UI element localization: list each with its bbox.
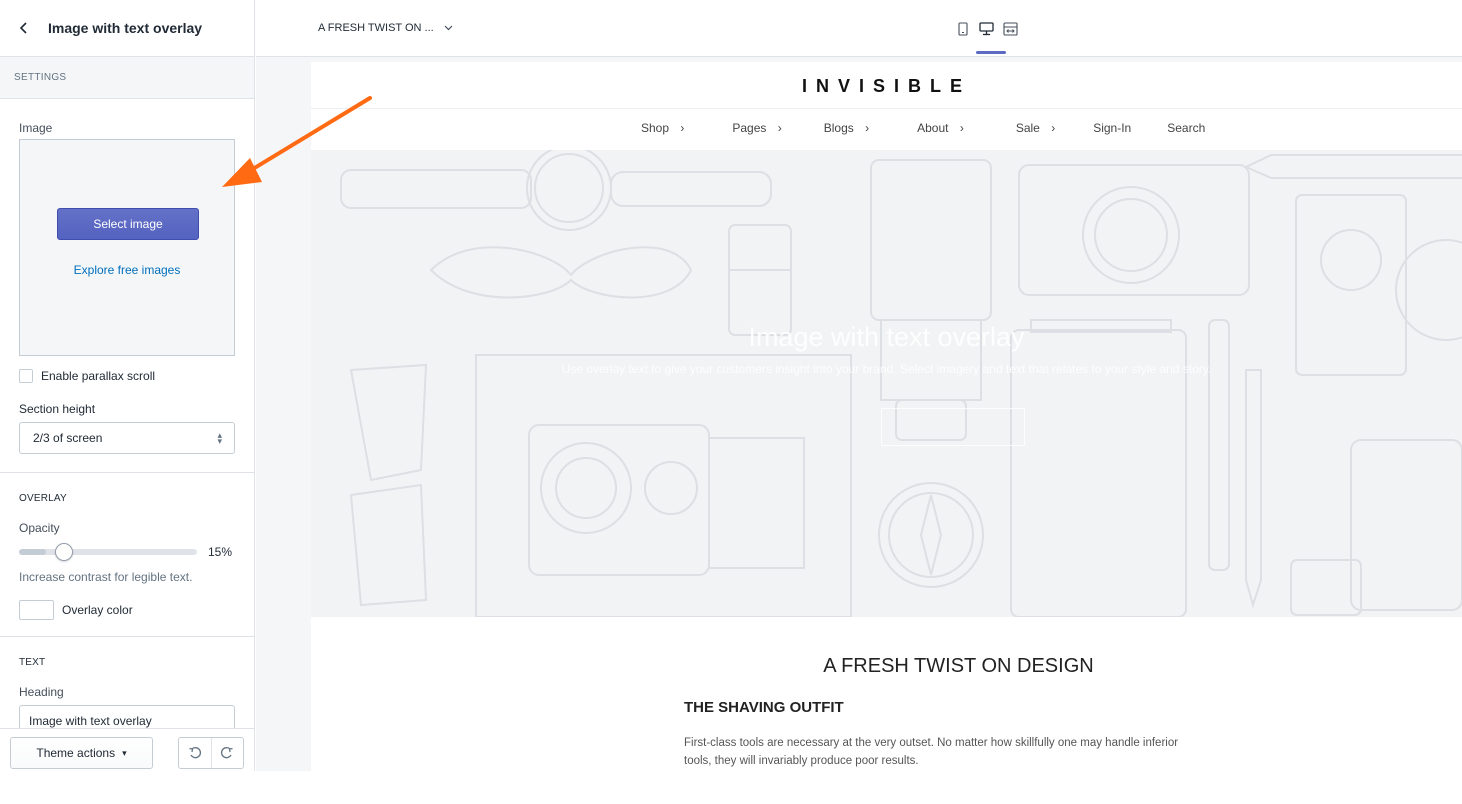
hero-button[interactable]	[881, 408, 1025, 446]
theme-actions-label: Theme actions	[36, 746, 116, 760]
store-logo[interactable]: INVISIBLE	[311, 76, 1462, 97]
opacity-slider-thumb[interactable]	[54, 543, 73, 561]
hero-heading: Image with text overlay	[748, 322, 1025, 352]
nav-item-label: Search	[1167, 121, 1206, 135]
hero-image-section[interactable]: Image with text overlay Use overlay text…	[311, 150, 1462, 617]
fullwidth-view-button[interactable]	[1002, 20, 1019, 37]
undo-button[interactable]	[179, 738, 211, 768]
overlay-section-heading: OVERLAY	[19, 493, 67, 504]
annotation-arrow-icon	[222, 96, 372, 187]
opacity-value: 15%	[208, 545, 233, 559]
nav-item-label: Sign-In	[1093, 121, 1132, 135]
nav-item-label: Blogs	[823, 121, 854, 135]
overlay-color-swatch[interactable]	[19, 600, 54, 620]
chevron-right-icon: ›	[774, 121, 782, 135]
section-height-label-rest: height	[59, 402, 96, 416]
view-mode-toggles	[954, 20, 1019, 37]
nav-item-pages[interactable]: Pages ›	[732, 121, 781, 135]
mobile-icon	[957, 21, 968, 36]
divider	[0, 472, 254, 473]
active-view-indicator	[976, 51, 1006, 54]
undo-icon	[189, 747, 201, 759]
chevron-right-icon: ›	[956, 121, 964, 135]
editor-topbar: A FRESH TWIST ON ...	[256, 0, 1462, 57]
redo-icon	[221, 747, 233, 759]
page-selector[interactable]: A FRESH TWIST ON ...	[318, 22, 453, 34]
hero-subheading: Use overlay text to give your customers …	[561, 362, 1212, 376]
desktop-view-button[interactable]	[978, 20, 995, 37]
nav-divider	[311, 108, 1462, 109]
explore-free-images-link[interactable]: Explore free images	[20, 263, 234, 277]
page-selector-label: A FRESH TWIST ON ...	[318, 22, 434, 34]
theme-actions-button[interactable]: Theme actions ▾	[10, 737, 153, 769]
nav-item-blogs[interactable]: Blogs ›	[824, 121, 869, 135]
parallax-checkbox-label: Enable parallax scroll	[41, 369, 156, 383]
line-art-illustration	[340, 150, 1462, 617]
section-height-label-first: Section	[19, 402, 60, 416]
parallax-checkbox[interactable]	[19, 369, 33, 383]
fullwidth-icon	[1003, 21, 1018, 36]
nav-item-label: About	[917, 121, 949, 135]
store-nav: Shop › Pages › Blogs › About › Sale › Sign-In…	[641, 121, 1205, 135]
chevron-down-icon	[444, 25, 453, 31]
chevron-right-icon: ›	[1047, 121, 1056, 135]
caret-down-icon: ▾	[122, 747, 127, 758]
opacity-slider[interactable]	[19, 543, 197, 561]
back-button[interactable]	[14, 18, 34, 38]
image-field-label: Image	[19, 121, 53, 135]
nav-item-about[interactable]: About ›	[917, 121, 964, 135]
nav-item-label: Sale	[1015, 121, 1040, 135]
desktop-icon	[979, 21, 994, 35]
sidebar-footer: Theme actions ▾	[0, 728, 254, 771]
overlay-color-label: Overlay color	[62, 603, 133, 617]
nav-item-search[interactable]: Search	[1167, 121, 1205, 135]
parallax-checkbox-row[interactable]: Enable parallax scroll	[19, 369, 155, 383]
opacity-help-text: Increase contrast for legible text.	[19, 570, 193, 584]
content-subtitle: THE SHAVING OUTFIT	[684, 699, 844, 716]
opacity-label: Opacity	[19, 521, 60, 535]
sidebar-header: Image with text overlay	[0, 0, 254, 57]
mobile-view-button[interactable]	[954, 20, 971, 37]
nav-item-sale[interactable]: Sale ›	[1016, 121, 1055, 135]
content-title: A FRESH TWIST ON DESIGN	[823, 655, 1094, 677]
section-height-select[interactable]: 2/3 of screen ▴ ▾	[19, 422, 235, 454]
section-height-value: 2/3 of screen	[33, 431, 103, 445]
select-image-button[interactable]: Select image	[57, 208, 199, 240]
section-height-label: Section height	[19, 402, 95, 416]
sidebar-title: Image with text overlay	[48, 20, 203, 36]
text-section-heading: TEXT	[19, 657, 46, 668]
select-caret-icon: ▴ ▾	[217, 430, 222, 446]
storefront-preview: INVISIBLE Shop › Pages › Blogs › About › Sal…	[311, 62, 1462, 771]
chevron-right-icon: ›	[861, 121, 870, 135]
redo-button[interactable]	[210, 738, 244, 768]
heading-field-label: Heading	[19, 685, 64, 699]
chevron-right-icon: ›	[677, 121, 685, 135]
undo-redo-group	[178, 737, 244, 769]
divider	[0, 636, 254, 637]
content-body: First-class tools are necessary at the v…	[684, 737, 1179, 767]
opacity-slider-fill	[19, 549, 46, 555]
nav-item-shop[interactable]: Shop ›	[641, 121, 684, 135]
image-picker[interactable]: Select image Explore free images	[19, 139, 235, 356]
nav-item-sign-in[interactable]: Sign-In	[1093, 121, 1131, 135]
nav-item-label: Pages	[732, 121, 767, 135]
chevron-left-icon	[19, 22, 27, 34]
nav-item-label: Shop	[641, 121, 670, 135]
